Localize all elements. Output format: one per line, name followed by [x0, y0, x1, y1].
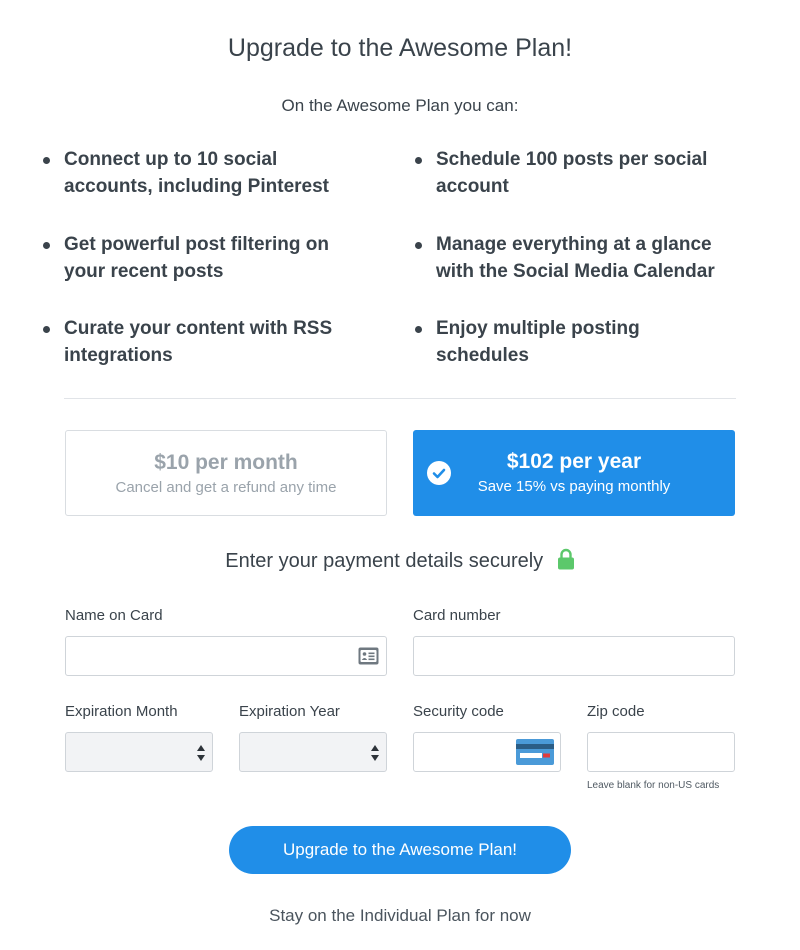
card-number-input[interactable]: [413, 636, 735, 676]
plan-note: Save 15% vs paying monthly: [477, 478, 671, 495]
sort-arrows-icon: [196, 744, 206, 767]
feature-text: Curate your content with RSS integration…: [64, 318, 333, 366]
expiration-year-label: Expiration Year: [239, 703, 340, 720]
security-code-input[interactable]: [413, 732, 561, 772]
bullet-icon: [415, 157, 422, 164]
stay-on-individual-link[interactable]: Stay on the Individual Plan for now: [0, 906, 800, 926]
lock-icon: [557, 548, 575, 576]
bullet-icon: [415, 242, 422, 249]
feature-text: Connect up to 10 social accounts, includ…: [64, 149, 329, 197]
feature-item: Connect up to 10 social accounts, includ…: [40, 146, 360, 200]
feature-item: Manage everything at a glance with the S…: [412, 231, 742, 285]
zip-code-label: Zip code: [587, 703, 645, 720]
feature-text: Enjoy multiple posting schedules: [436, 318, 640, 366]
contact-card-icon: [358, 647, 379, 670]
expiration-year-select[interactable]: [239, 732, 387, 772]
plan-option-yearly[interactable]: $102 per year Save 15% vs paying monthly: [413, 430, 735, 516]
feature-item: Enjoy multiple posting schedules: [412, 315, 732, 369]
expiration-month-label: Expiration Month: [65, 703, 178, 720]
credit-card-icon: [516, 739, 554, 770]
bullet-icon: [43, 326, 50, 333]
feature-text: Manage everything at a glance with the S…: [436, 234, 715, 282]
zip-code-hint: Leave blank for non-US cards: [587, 780, 720, 791]
page-subtitle: On the Awesome Plan you can:: [281, 96, 519, 115]
card-number-label: Card number: [413, 607, 501, 624]
name-on-card-input[interactable]: [65, 636, 387, 676]
sort-arrows-icon: [370, 744, 380, 767]
expiration-month-select[interactable]: [65, 732, 213, 772]
name-on-card-label: Name on Card: [65, 607, 163, 624]
zip-code-input[interactable]: [587, 732, 735, 772]
bullet-icon: [415, 326, 422, 333]
plan-name: $102 per year: [506, 450, 642, 473]
payment-heading-text: Enter your payment details securely: [225, 550, 544, 572]
check-circle-icon: [427, 461, 451, 485]
bullet-icon: [43, 242, 50, 249]
feature-item: Get powerful post filtering on your rece…: [40, 231, 360, 285]
bullet-icon: [43, 157, 50, 164]
payment-heading: Enter your payment details securely: [0, 548, 800, 576]
section-divider: [64, 398, 736, 399]
plan-option-monthly[interactable]: $10 per month Cancel and get a refund an…: [65, 430, 387, 516]
feature-item: Curate your content with RSS integration…: [40, 315, 360, 369]
plan-note: Cancel and get a refund any time: [115, 479, 337, 496]
feature-item: Schedule 100 posts per social account: [412, 146, 732, 200]
upgrade-button[interactable]: Upgrade to the Awesome Plan!: [229, 826, 571, 874]
security-code-label: Security code: [413, 703, 504, 720]
page-title: Upgrade to the Awesome Plan!: [227, 34, 573, 62]
feature-text: Get powerful post filtering on your rece…: [64, 234, 329, 282]
plan-name: $10 per month: [154, 451, 298, 474]
feature-text: Schedule 100 posts per social account: [436, 149, 708, 197]
